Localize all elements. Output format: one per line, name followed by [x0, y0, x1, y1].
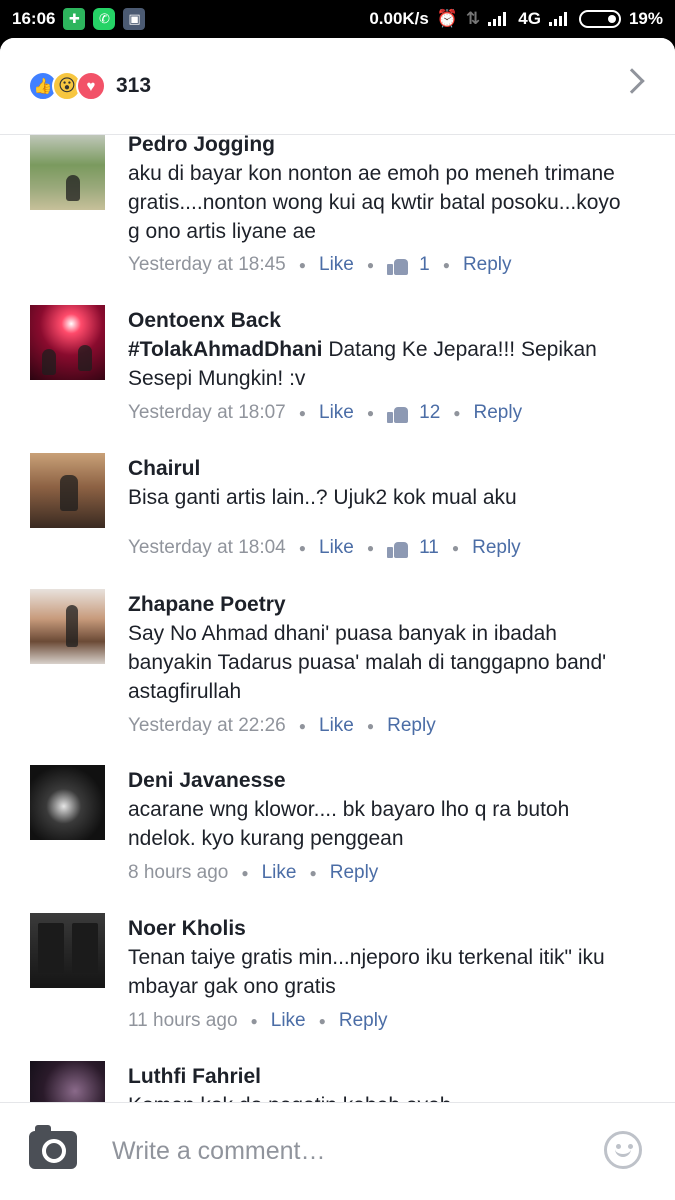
emoji-icon[interactable]: [604, 1131, 642, 1169]
comment-meta: Yesterday at 18:04 ● Like ● 11 ● Reply: [128, 537, 521, 559]
comment-time[interactable]: Yesterday at 22:26: [128, 715, 286, 737]
comment-item: Luthfi Fahriel Komen kok do pegatin kabe…: [0, 1061, 675, 1102]
love-reaction-icon: ♥: [76, 71, 106, 101]
comment-list[interactable]: Pedro Jogging aku di bayar kon nonton ae…: [0, 135, 675, 1102]
reply-button[interactable]: Reply: [339, 1010, 388, 1032]
thumbs-up-icon: [387, 255, 409, 275]
store-app-icon: ▣: [123, 8, 146, 30]
comment-text: Say No Ahmad dhani' puasa banyak in ibad…: [128, 622, 607, 703]
comment-composer: [0, 1102, 675, 1200]
comment-text: aku di bayar kon nonton ae emoh po meneh…: [128, 162, 621, 243]
reactions-header[interactable]: 👍 😮 ♥ 313: [0, 38, 675, 135]
battery-level: 19%: [628, 9, 663, 28]
like-count[interactable]: 12: [419, 402, 440, 424]
status-time: 16:06: [12, 9, 56, 28]
signal-icon: [488, 12, 510, 26]
like-button[interactable]: Like: [319, 254, 354, 276]
comment-text: Bisa ganti artis lain..? Ujuk2 kok mual …: [128, 486, 517, 509]
reply-button[interactable]: Reply: [474, 402, 523, 424]
comment-author[interactable]: Pedro Jogging: [128, 135, 635, 158]
comments-sheet: 👍 😮 ♥ 313 Pedro Jogging aku di bayar kon…: [0, 38, 675, 1200]
comment-meta: Yesterday at 22:26 ● Like ● Reply: [128, 715, 436, 737]
avatar[interactable]: [30, 589, 105, 664]
health-app-icon: ✚: [63, 8, 86, 30]
thumbs-up-icon: [387, 403, 409, 423]
avatar[interactable]: [30, 453, 105, 528]
whatsapp-icon: ✆: [93, 8, 116, 30]
comment-input[interactable]: [112, 1131, 572, 1171]
like-button[interactable]: Like: [319, 402, 354, 424]
comment-time[interactable]: Yesterday at 18:04: [128, 537, 286, 559]
status-bar: 16:06 ✚ ✆ ▣ 0.00K/s ⏰ ⇅ 4G 19%: [0, 0, 675, 38]
comment-meta: Yesterday at 18:07 ● Like ● 12 ● Reply: [128, 402, 523, 424]
comment-meta: Yesterday at 18:45 ● Like ● 1 ● Reply: [128, 254, 512, 276]
comment-author[interactable]: Oentoenx Back: [128, 308, 635, 334]
avatar[interactable]: [30, 765, 105, 840]
hashtag-link[interactable]: #TolakAhmadDhani: [128, 338, 322, 361]
comment-text: Komen kok do pegatin kabeh eyeh: [128, 1091, 635, 1102]
like-button[interactable]: Like: [262, 862, 297, 884]
comment-text: acarane wng klowor.... bk bayaro lho q r…: [128, 798, 570, 850]
comment-text: #TolakAhmadDhani Datang Ke Jepara!!! Sep…: [128, 338, 597, 390]
comment-item: Zhapane Poetry Say No Ahmad dhani' puasa…: [0, 589, 675, 765]
comment-time[interactable]: 11 hours ago: [128, 1010, 238, 1032]
like-count[interactable]: 11: [419, 537, 439, 559]
comment-author[interactable]: Noer Kholis: [128, 916, 635, 942]
reaction-count[interactable]: 313: [116, 74, 151, 98]
network-speed: 0.00K/s: [369, 9, 429, 28]
comment-text: Tenan taiye gratis min...njeporo iku ter…: [128, 946, 605, 998]
network-type: 4G: [518, 9, 541, 28]
reply-button[interactable]: Reply: [387, 715, 436, 737]
signal-icon: [548, 12, 571, 26]
comment-author[interactable]: Chairul: [128, 456, 635, 482]
comment-item: Chairul Bisa ganti artis lain..? Ujuk2 k…: [0, 453, 675, 589]
camera-icon[interactable]: [29, 1125, 77, 1169]
avatar[interactable]: [30, 1061, 105, 1102]
reply-button[interactable]: Reply: [330, 862, 379, 884]
comment-meta: 11 hours ago ● Like ● Reply: [128, 1010, 388, 1032]
like-count[interactable]: 1: [419, 254, 430, 276]
battery-icon: [578, 10, 621, 28]
chevron-right-icon[interactable]: [619, 68, 645, 94]
alarm-icon: ⏰: [436, 9, 459, 28]
like-button[interactable]: Like: [271, 1010, 306, 1032]
comment-time[interactable]: Yesterday at 18:45: [128, 254, 286, 276]
comment-time[interactable]: Yesterday at 18:07: [128, 402, 286, 424]
comment-item: Oentoenx Back #TolakAhmadDhani Datang Ke…: [0, 305, 675, 453]
thumbs-up-icon: [387, 538, 409, 558]
data-arrows-icon: ⇅: [466, 9, 481, 28]
reply-button[interactable]: Reply: [463, 254, 512, 276]
avatar[interactable]: [30, 913, 105, 988]
comment-item: Deni Javanesse acarane wng klowor.... bk…: [0, 765, 675, 913]
comment-meta: 8 hours ago ● Like ● Reply: [128, 862, 379, 884]
comment-author[interactable]: Deni Javanesse: [128, 768, 635, 794]
comment-time[interactable]: 8 hours ago: [128, 862, 228, 884]
avatar[interactable]: [30, 135, 105, 210]
comment-item: Noer Kholis Tenan taiye gratis min...nje…: [0, 913, 675, 1061]
comment-item: Pedro Jogging aku di bayar kon nonton ae…: [0, 135, 675, 305]
like-button[interactable]: Like: [319, 715, 354, 737]
like-button[interactable]: Like: [319, 537, 354, 559]
reaction-icons[interactable]: 👍 😮 ♥: [28, 71, 106, 101]
comment-author[interactable]: Luthfi Fahriel: [128, 1064, 635, 1090]
comment-author[interactable]: Zhapane Poetry: [128, 592, 635, 618]
reply-button[interactable]: Reply: [472, 537, 521, 559]
avatar[interactable]: [30, 305, 105, 380]
